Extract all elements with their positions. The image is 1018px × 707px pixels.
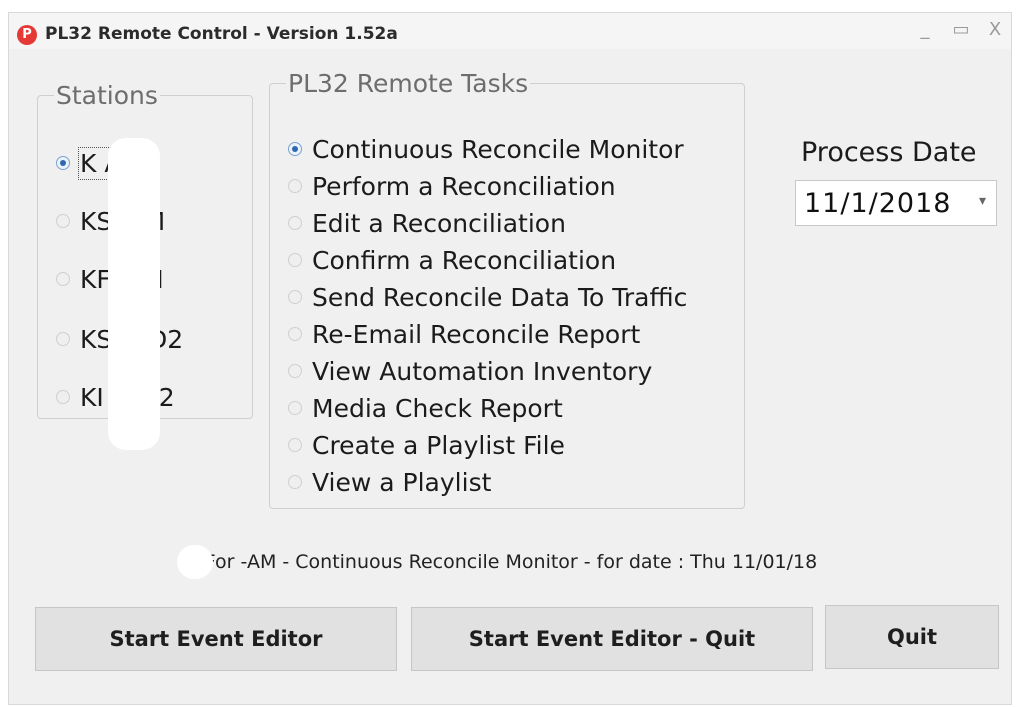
radio-icon[interactable] — [288, 364, 302, 378]
radio-icon[interactable] — [56, 332, 70, 346]
process-date-label: Process Date — [801, 137, 977, 168]
task-option-confirm-reconciliation[interactable]: Confirm a Reconciliation — [288, 243, 616, 277]
task-label: Media Check Report — [312, 393, 563, 423]
task-label: Edit a Reconciliation — [312, 208, 566, 238]
stations-group: Stations K AM KS -FM KF -FM KS -HD2 KI -… — [37, 81, 253, 450]
task-option-edit-reconciliation[interactable]: Edit a Reconciliation — [288, 206, 566, 240]
radio-icon[interactable] — [288, 253, 302, 267]
task-label: Confirm a Reconciliation — [312, 245, 617, 275]
task-label: Re-Email Reconcile Report — [312, 319, 641, 349]
stations-legend: Stations — [56, 81, 158, 110]
task-option-perform-reconciliation[interactable]: Perform a Reconciliation — [288, 169, 616, 203]
task-option-view-automation-inventory[interactable]: View Automation Inventory — [288, 354, 652, 388]
close-button[interactable]: X — [983, 19, 1007, 40]
tasks-group: PL32 Remote Tasks Continuous Reconcile M… — [269, 69, 745, 509]
radio-selected-icon[interactable] — [288, 142, 302, 156]
radio-icon[interactable] — [288, 216, 302, 230]
task-option-send-reconcile-data[interactable]: Send Reconcile Data To Traffic — [288, 280, 687, 314]
task-label: Create a Playlist File — [312, 430, 565, 460]
redaction-mark — [108, 138, 160, 450]
window-title: PL32 Remote Control - Version 1.52a — [45, 24, 398, 44]
radio-selected-icon[interactable] — [56, 156, 70, 170]
task-label: Send Reconcile Data To Traffic — [312, 282, 688, 312]
radio-icon[interactable] — [288, 438, 302, 452]
redaction-mark — [177, 545, 213, 579]
start-event-editor-quit-button[interactable]: Start Event Editor - Quit — [411, 607, 813, 671]
radio-icon[interactable] — [56, 214, 70, 228]
maximize-button[interactable]: ▭ — [949, 19, 973, 40]
status-line: For -AM - Continuous Reconcile Monitor -… — [204, 551, 818, 573]
quit-button[interactable]: Quit — [825, 605, 999, 669]
minimize-button[interactable]: _ — [913, 19, 937, 40]
task-label: Continuous Reconcile Monitor — [312, 134, 684, 164]
task-option-re-email-report[interactable]: Re-Email Reconcile Report — [288, 317, 640, 351]
task-option-view-playlist[interactable]: View a Playlist — [288, 465, 491, 499]
task-option-media-check-report[interactable]: Media Check Report — [288, 391, 563, 425]
radio-icon[interactable] — [288, 179, 302, 193]
radio-icon[interactable] — [56, 390, 70, 404]
radio-icon[interactable] — [288, 401, 302, 415]
title-bar[interactable]: P PL32 Remote Control - Version 1.52a _ … — [9, 13, 1011, 49]
app-logo-icon: P — [17, 25, 37, 45]
radio-icon[interactable] — [288, 290, 302, 304]
task-option-create-playlist[interactable]: Create a Playlist File — [288, 428, 565, 462]
process-date-value: 11/1/2018 — [804, 187, 952, 219]
radio-icon[interactable] — [288, 327, 302, 341]
tasks-legend: PL32 Remote Tasks — [288, 69, 529, 98]
app-window: P PL32 Remote Control - Version 1.52a _ … — [8, 12, 1012, 705]
task-label: View Automation Inventory — [312, 356, 653, 386]
chevron-down-icon[interactable]: ▾ — [979, 193, 986, 209]
process-date-picker[interactable]: 11/1/2018 ▾ — [795, 180, 997, 226]
task-label: Perform a Reconciliation — [312, 171, 616, 201]
start-event-editor-button[interactable]: Start Event Editor — [35, 607, 397, 671]
task-option-continuous-reconcile-monitor[interactable]: Continuous Reconcile Monitor — [288, 132, 684, 166]
radio-icon[interactable] — [288, 475, 302, 489]
radio-icon[interactable] — [56, 272, 70, 286]
task-label: View a Playlist — [312, 467, 492, 497]
